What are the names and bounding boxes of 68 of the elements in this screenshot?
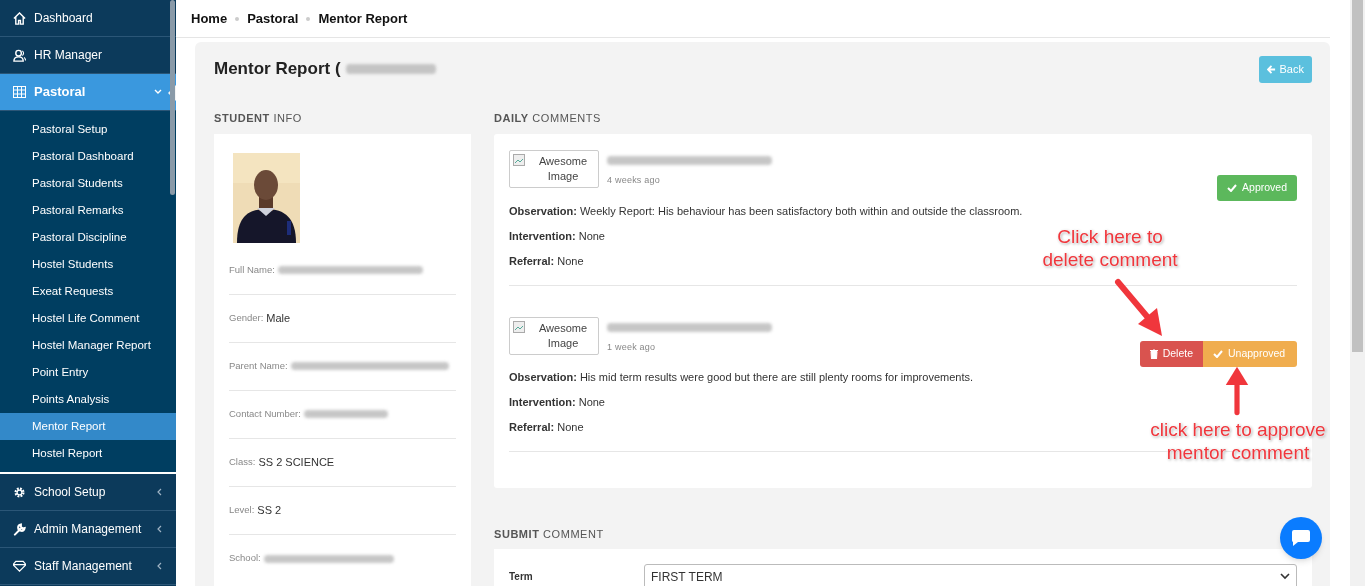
- field-label: Class:: [229, 454, 256, 469]
- sidebar-item[interactable]: Staff Management: [0, 548, 176, 585]
- breadcrumb-link[interactable]: Mentor Report: [318, 8, 408, 29]
- trash-icon: [1149, 348, 1158, 359]
- section-heading: DAILY COMMENTS: [494, 111, 602, 126]
- page-title: Mentor Report (: [214, 58, 341, 80]
- submenu-item[interactable]: Points Analysis: [0, 386, 176, 413]
- scrollbar[interactable]: [1350, 0, 1365, 586]
- referral-text: Referral: None: [509, 253, 584, 268]
- comment-time: 1 week ago: [607, 340, 657, 354]
- section-heading: STUDENT INFO: [214, 111, 303, 126]
- broken-image-icon: [513, 153, 525, 166]
- annotation-text: Click here to delete comment: [1041, 225, 1179, 271]
- field-label: Full Name:: [229, 262, 275, 277]
- chat-icon: [1291, 529, 1311, 547]
- submenu-item[interactable]: Pastoral Dashboard: [0, 143, 176, 170]
- chevron-left-icon: [156, 525, 162, 533]
- sidebar-item[interactable]: Admin Management: [0, 511, 176, 548]
- field-label: Gender:: [229, 310, 264, 325]
- field-label: Level:: [229, 502, 255, 517]
- submenu-item[interactable]: Point Entry: [0, 359, 176, 386]
- submenu-item[interactable]: Pastoral Setup: [0, 116, 176, 143]
- chevron-down-icon: [154, 89, 162, 95]
- submenu-item[interactable]: Hostel Life Comment: [0, 305, 176, 332]
- submenu-item[interactable]: Hostel Manager Report: [0, 332, 176, 359]
- broken-image-icon: [513, 320, 525, 333]
- delete-button[interactable]: Delete: [1139, 340, 1203, 367]
- observation-text: Observation: Weekly Report: His behaviour has been satisfactory both within and outside the classroom.: [509, 203, 1023, 218]
- field-label: Term: [509, 570, 534, 584]
- submenu-item[interactable]: Pastoral Remarks: [0, 197, 176, 224]
- field-value: SS 2: [257, 502, 282, 518]
- sidebar-item[interactable]: School Setup: [0, 474, 176, 511]
- intervention-text: Intervention: None: [509, 394, 605, 409]
- submenu-item[interactable]: Hostel Students: [0, 251, 176, 278]
- field-label: Contact Number:: [229, 406, 301, 421]
- breadcrumb-link[interactable]: Pastoral: [247, 8, 299, 29]
- image-alt-text: Awesome Image: [538, 154, 588, 182]
- section-heading: SUBMIT COMMENT: [494, 526, 604, 542]
- breadcrumb-link[interactable]: Home: [191, 8, 228, 29]
- diamond-icon: [13, 560, 26, 572]
- wrench-icon: [13, 522, 26, 536]
- chevron-left-icon: [156, 562, 162, 570]
- chevron-left-icon: [156, 488, 162, 496]
- arrow-left-icon: [1266, 65, 1276, 74]
- term-select[interactable]: FIRST TERM: [644, 564, 1297, 586]
- table-icon: [13, 86, 26, 98]
- home-icon: [13, 11, 26, 25]
- check-icon: [1227, 183, 1238, 192]
- referral-text: Referral: None: [509, 419, 584, 434]
- field-value: Male: [266, 310, 291, 326]
- comment-time: 4 weeks ago: [607, 173, 661, 187]
- check-icon: [1213, 349, 1223, 358]
- observation-text: Observation: His mid term results were good but there are still plenty rooms for improvements.: [509, 369, 973, 384]
- scrollbar-thumb[interactable]: [170, 0, 175, 195]
- field-label: Parent Name:: [229, 358, 288, 373]
- intervention-text: Intervention: None: [509, 228, 605, 243]
- image-alt-text: Awesome Image: [538, 321, 588, 349]
- submenu-item[interactable]: Exeat Requests: [0, 278, 176, 305]
- users-icon: [13, 48, 26, 62]
- submenu-item[interactable]: Pastoral Discipline: [0, 224, 176, 251]
- field-value: SS 2 SCIENCE: [258, 454, 335, 470]
- submenu-item[interactable]: Hostel Report: [0, 440, 176, 467]
- field-label: School:: [229, 551, 261, 566]
- gear-icon: [13, 485, 26, 499]
- chevron-down-icon: [1280, 573, 1290, 580]
- submenu-item[interactable]: Pastoral Students: [0, 170, 176, 197]
- submenu-item[interactable]: Mentor Report: [0, 413, 176, 440]
- annotation-text: click here to approve mentor comment: [1149, 418, 1327, 464]
